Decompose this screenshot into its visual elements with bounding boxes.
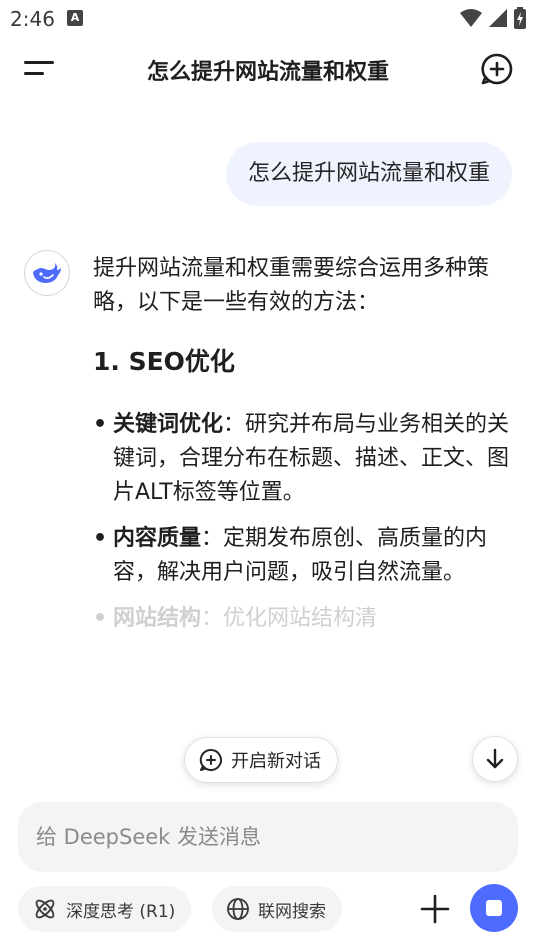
globe-icon — [227, 898, 249, 920]
new-chat-label: 开启新对话 — [231, 751, 321, 772]
user-message-bubble: 怎么提升网站流量和权重 — [225, 142, 512, 206]
stop-button[interactable] — [470, 884, 518, 932]
new-chat-icon[interactable] — [480, 52, 514, 86]
deep-think-toggle[interactable]: 深度思考 (R1) — [18, 886, 192, 932]
wifi-icon — [460, 9, 482, 27]
new-chat-button[interactable]: 开启新对话 — [184, 737, 338, 783]
list-item: 网站结构：优化网站结构清 — [93, 602, 513, 636]
scroll-down-button[interactable] — [472, 736, 518, 782]
battery-icon — [514, 7, 526, 29]
message-input-container — [18, 802, 518, 872]
list-item-title: 网站结构 — [113, 606, 202, 631]
list-item: 内容质量：定期发布原创、高质量的内容，解决用户问题，吸引自然流量。 — [93, 522, 513, 590]
assistant-answer: 提升网站流量和权重需要综合运用多种策略，以下是一些有效的方法： 1. SEO优化… — [93, 252, 513, 648]
web-search-toggle[interactable]: 联网搜索 — [212, 886, 342, 932]
message-input[interactable] — [36, 802, 500, 872]
status-icons — [460, 7, 526, 29]
list-item-title: 关键词优化 — [113, 412, 224, 437]
signal-icon — [489, 9, 507, 27]
list-item-title: 内容质量 — [113, 526, 202, 551]
arrow-down-icon — [486, 748, 504, 769]
new-chat-bubble-icon — [199, 748, 222, 771]
notification-icon: A — [67, 10, 83, 26]
whale-logo-icon — [33, 263, 61, 283]
section-heading: 1. SEO优化 — [93, 347, 235, 376]
deepseek-avatar — [24, 250, 70, 296]
list-item-text: ：优化网站结构清 — [201, 606, 378, 631]
status-bar: 2:46 A — [0, 0, 536, 36]
page-title: 怎么提升网站流量和权重 — [146, 60, 389, 85]
stop-icon — [486, 900, 502, 916]
deep-think-label: 深度思考 (R1) — [66, 901, 176, 922]
status-time: 2:46 — [10, 7, 55, 31]
answer-intro: 提升网站流量和权重需要综合运用多种策略，以下是一些有效的方法： — [93, 256, 490, 315]
app-header: 怎么提升网站流量和权重 — [0, 40, 536, 98]
web-search-label: 联网搜索 — [258, 901, 326, 922]
list-item: 关键词优化：研究并布局与业务相关的关键词，合理分布在标题、描述、正文、图片ALT… — [93, 408, 513, 510]
add-attachment-icon[interactable] — [416, 890, 454, 928]
atom-icon — [35, 899, 55, 919]
